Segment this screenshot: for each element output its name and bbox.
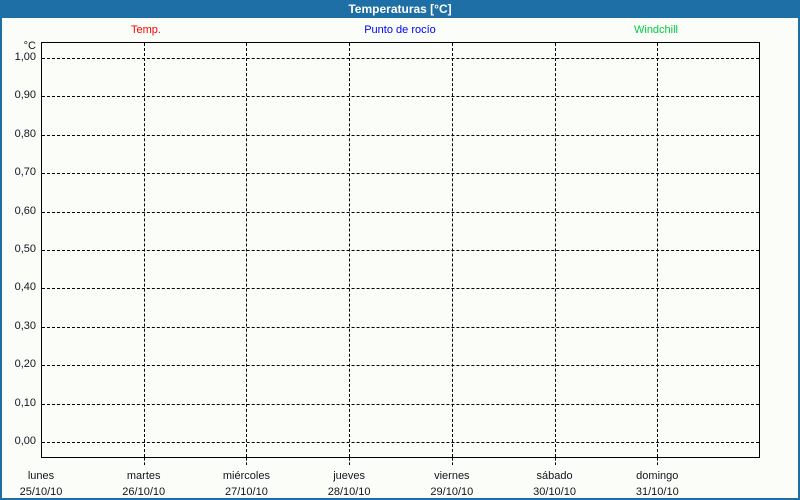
legend-item-temp: Temp. <box>131 24 161 36</box>
day-name: viernes <box>430 468 473 484</box>
horizontal-gridline <box>42 212 759 213</box>
y-axis-tick-label: 0,50 <box>0 243 36 256</box>
vertical-gridline <box>452 43 453 457</box>
day-name: lunes <box>20 468 63 484</box>
x-axis-tick <box>246 458 247 465</box>
day-name: miércoles <box>223 468 270 484</box>
x-axis-day-label: lunes25/10/10 <box>20 468 63 500</box>
chart-title: Temperaturas [°C] <box>348 2 451 16</box>
horizontal-gridline <box>42 442 759 443</box>
y-axis-tick-label: 0,30 <box>0 320 36 333</box>
y-axis-tick-label: 0,40 <box>0 281 36 294</box>
horizontal-gridline <box>42 250 759 251</box>
vertical-gridline <box>246 43 247 457</box>
x-axis-tick <box>657 458 658 465</box>
day-date: 25/10/10 <box>20 484 63 500</box>
x-axis-day-label: martes26/10/10 <box>122 468 165 500</box>
horizontal-gridline <box>42 404 759 405</box>
horizontal-gridline <box>42 135 759 136</box>
day-name: sábado <box>533 468 576 484</box>
vertical-gridline <box>657 43 658 457</box>
y-axis-tick-label: 0,20 <box>0 358 36 371</box>
day-date: 27/10/10 <box>223 484 270 500</box>
legend-item-dew-point: Punto de rocío <box>364 24 436 36</box>
x-axis-tick <box>452 458 453 465</box>
horizontal-gridline <box>42 58 759 59</box>
day-date: 29/10/10 <box>430 484 473 500</box>
vertical-gridline <box>555 43 556 457</box>
x-axis-tick <box>144 458 145 465</box>
day-date: 28/10/10 <box>328 484 371 500</box>
title-bar: Temperaturas [°C] <box>0 0 800 18</box>
plot-area <box>41 42 760 458</box>
y-axis-tick-label: 0,00 <box>0 435 36 448</box>
day-name: jueves <box>328 468 371 484</box>
chart-window: Temperaturas [°C] °C 1,000,900,800,700,6… <box>0 0 800 500</box>
legend-item-windchill: Windchill <box>634 24 678 36</box>
horizontal-gridline <box>42 365 759 366</box>
day-name: martes <box>122 468 165 484</box>
x-axis-tick <box>349 458 350 465</box>
x-axis-day-label: domingo31/10/10 <box>636 468 679 500</box>
y-axis-tick-label: 0,60 <box>0 205 36 218</box>
x-axis-tick <box>555 458 556 465</box>
horizontal-gridline <box>42 96 759 97</box>
y-axis-tick-label: 0,10 <box>0 397 36 410</box>
x-axis-day-label: miércoles27/10/10 <box>223 468 270 500</box>
x-axis-day-label: viernes29/10/10 <box>430 468 473 500</box>
x-axis-day-label: jueves28/10/10 <box>328 468 371 500</box>
day-name: domingo <box>636 468 679 484</box>
day-date: 26/10/10 <box>122 484 165 500</box>
horizontal-gridline <box>42 288 759 289</box>
vertical-gridline <box>144 43 145 457</box>
y-axis-tick-label: 0,70 <box>0 166 36 179</box>
vertical-gridline <box>349 43 350 457</box>
horizontal-gridline <box>42 173 759 174</box>
y-axis-tick-label: 1,00 <box>0 51 36 64</box>
day-date: 31/10/10 <box>636 484 679 500</box>
y-axis-tick-label: 0,80 <box>0 128 36 141</box>
y-axis-tick-label: 0,90 <box>0 89 36 102</box>
day-date: 30/10/10 <box>533 484 576 500</box>
horizontal-gridline <box>42 327 759 328</box>
x-axis-day-label: sábado30/10/10 <box>533 468 576 500</box>
